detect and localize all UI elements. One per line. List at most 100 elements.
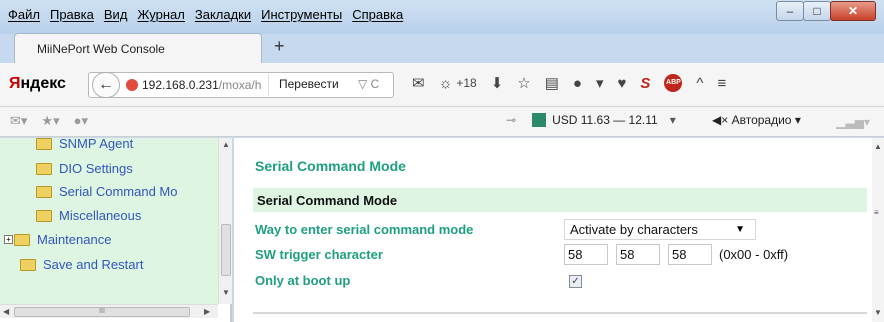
weather-temp: +18 — [456, 76, 477, 90]
trigger-char-1-input[interactable]: 58 — [564, 244, 608, 265]
tree-vertical-scrollbar[interactable]: ▲ ▼ — [218, 138, 232, 304]
maximize-button[interactable]: □ — [803, 1, 831, 21]
menu-bookmarks[interactable]: Закладки — [195, 7, 251, 22]
tab-active[interactable]: MiiNePort Web Console — [14, 33, 262, 63]
extension-icon[interactable]: ♥ — [618, 75, 627, 92]
favorites-icon[interactable]: ★▾ — [41, 113, 59, 129]
speaker-icon: ◀× — [712, 113, 729, 127]
url-host: 192.168.0.231 — [142, 78, 219, 92]
way-label: Way to enter serial command mode — [255, 222, 474, 237]
folder-icon — [20, 258, 36, 271]
currency-chart-icon — [532, 113, 547, 127]
menu-tools[interactable]: Инструменты — [261, 7, 342, 22]
scroll-right-arrow-icon[interactable]: ▶ — [204, 307, 210, 316]
download-icon[interactable]: ⬇ — [491, 74, 504, 92]
adblock-icon[interactable]: ABP — [664, 74, 683, 92]
back-button[interactable]: ← — [92, 72, 120, 98]
tree-horizontal-scrollbar[interactable]: ◀ III ▶ — [0, 304, 218, 318]
nav-tree: SNMP Agent DIO Settings Serial Command M… — [0, 138, 218, 304]
scroll-grip-icon[interactable]: ≡ — [874, 208, 879, 217]
chevron-down-icon[interactable]: ▾ — [795, 113, 801, 127]
currency-widget[interactable]: ⊸ USD 11.63 — 12.11 ▾ — [506, 113, 688, 127]
way-select[interactable]: Activate by characters ▼ — [564, 219, 756, 240]
divider — [253, 312, 867, 314]
scroll-up-arrow-icon[interactable]: ▲ — [222, 140, 230, 149]
folder-icon — [36, 162, 52, 175]
mail-icon[interactable]: ✉ — [412, 74, 425, 92]
mail-toolbar-icon[interactable]: ✉▾ — [10, 113, 27, 129]
page-title: Serial Command Mode — [255, 158, 406, 174]
trigger-char-3-input[interactable]: 58 — [668, 244, 712, 265]
tree-item-label: Maintenance — [37, 232, 112, 247]
scroll-up-arrow-icon[interactable]: ▲ — [874, 142, 882, 151]
window-controls: – □ ✕ — [776, 1, 876, 21]
tree-item-miscellaneous[interactable]: Miscellaneous — [36, 208, 141, 223]
new-tab-button[interactable]: + — [274, 36, 285, 57]
menu: Файл Правка Вид Журнал Закладки Инструме… — [8, 7, 413, 22]
tree-item-label: Save and Restart — [43, 257, 144, 272]
radio-station: Авторадио — [731, 113, 792, 127]
menu-view[interactable]: Вид — [104, 7, 128, 22]
content-frame: Serial Command Mode Serial Command Mode … — [234, 138, 884, 322]
menu-history[interactable]: Журнал — [137, 7, 184, 22]
chevron-up-icon[interactable]: ^ — [696, 75, 703, 92]
url-path: /moxa/h — [218, 78, 262, 92]
menu-edit[interactable]: Правка — [50, 7, 94, 22]
tree-item-save-and-restart[interactable]: Save and Restart — [20, 257, 143, 272]
chevron-down-icon[interactable]: ▾ — [596, 74, 604, 92]
radio-widget[interactable]: ◀× Авторадио ▾ — [712, 113, 801, 127]
reading-list-icon[interactable]: ▤ — [545, 74, 559, 92]
sj-extension-icon[interactable]: S — [640, 75, 650, 92]
tree-item-label: Miscellaneous — [59, 208, 142, 223]
hamburger-menu-icon[interactable]: ≡ — [717, 75, 726, 92]
trigger-range-hint: (0x00 - 0xff) — [719, 247, 789, 262]
chevron-down-icon: ▼ — [735, 224, 745, 235]
browser-window: Файл Правка Вид Журнал Закладки Инструме… — [0, 0, 884, 322]
menu-bar: Файл Правка Вид Журнал Закладки Инструме… — [0, 0, 884, 34]
chat-icon[interactable]: ● — [573, 75, 582, 92]
minimize-button[interactable]: – — [776, 1, 804, 21]
yandex-logo[interactable]: Яндекс — [9, 75, 66, 93]
logo-letter: Я — [9, 75, 21, 92]
scroll-left-arrow-icon[interactable]: ◀ — [3, 307, 9, 316]
bookmark-star-icon[interactable]: ☆ — [517, 74, 530, 92]
tree-item-label: SNMP Agent — [59, 138, 134, 151]
menu-help[interactable]: Справка — [352, 7, 403, 22]
nav-bar: Яндекс ← 192.168.0.231/moxa/h Перевести … — [0, 63, 884, 107]
folder-icon — [14, 233, 30, 246]
extensions-toolbar: ✉▾ ★▾ ●▾ ⊸ USD 11.63 — 12.11 ▾ ◀× Автора… — [0, 107, 884, 137]
tree-item-maintenance[interactable]: + Maintenance — [4, 232, 111, 247]
section-title: Serial Command Mode — [257, 193, 398, 208]
scroll-down-arrow-icon[interactable]: ▼ — [874, 308, 882, 317]
currency-rate: USD 11.63 — 12.11 — [552, 113, 658, 127]
tree-item-label: DIO Settings — [59, 161, 133, 176]
scrollbar-thumb[interactable] — [221, 224, 231, 276]
tree-item-serial-command-mode[interactable]: Serial Command Mo — [36, 184, 178, 199]
translate-button[interactable]: Перевести — [268, 74, 349, 96]
scroll-down-arrow-icon[interactable]: ▼ — [222, 288, 230, 297]
way-select-value: Activate by characters — [570, 222, 698, 237]
menu-file[interactable]: Файл — [8, 7, 40, 22]
expand-plus-icon[interactable]: + — [4, 235, 13, 244]
content-scrollbar[interactable]: ▲ ≡ ▼ — [872, 138, 884, 322]
chevron-down-icon[interactable]: ▾ — [670, 113, 676, 127]
section-header: Serial Command Mode — [253, 188, 867, 212]
tree-item-dio-settings[interactable]: DIO Settings — [36, 161, 133, 176]
reload-icon[interactable]: ▽ C — [358, 77, 379, 91]
logo-rest: ндекс — [20, 75, 66, 92]
boot-label: Only at boot up — [255, 273, 351, 288]
site-security-icon[interactable] — [126, 79, 138, 91]
tree-item-label: Serial Command Mo — [59, 184, 178, 199]
trigger-char-2-input[interactable]: 58 — [616, 244, 660, 265]
url-text[interactable]: 192.168.0.231/moxa/h — [142, 78, 262, 92]
signal-icon: ▁▃▅▾ — [836, 115, 870, 129]
boot-checkbox[interactable]: ✓ — [569, 275, 582, 288]
nav-frame: SNMP Agent DIO Settings Serial Command M… — [0, 138, 232, 322]
close-button[interactable]: ✕ — [830, 1, 876, 21]
tree-item-snmp-agent[interactable]: SNMP Agent — [36, 138, 133, 151]
messages-icon[interactable]: ●▾ — [74, 113, 88, 129]
scrollbar-thumb[interactable]: III — [14, 307, 190, 317]
folder-icon — [36, 185, 52, 198]
tab-title: MiiNePort Web Console — [37, 42, 165, 56]
weather-icon[interactable]: ☼ — [439, 75, 453, 92]
